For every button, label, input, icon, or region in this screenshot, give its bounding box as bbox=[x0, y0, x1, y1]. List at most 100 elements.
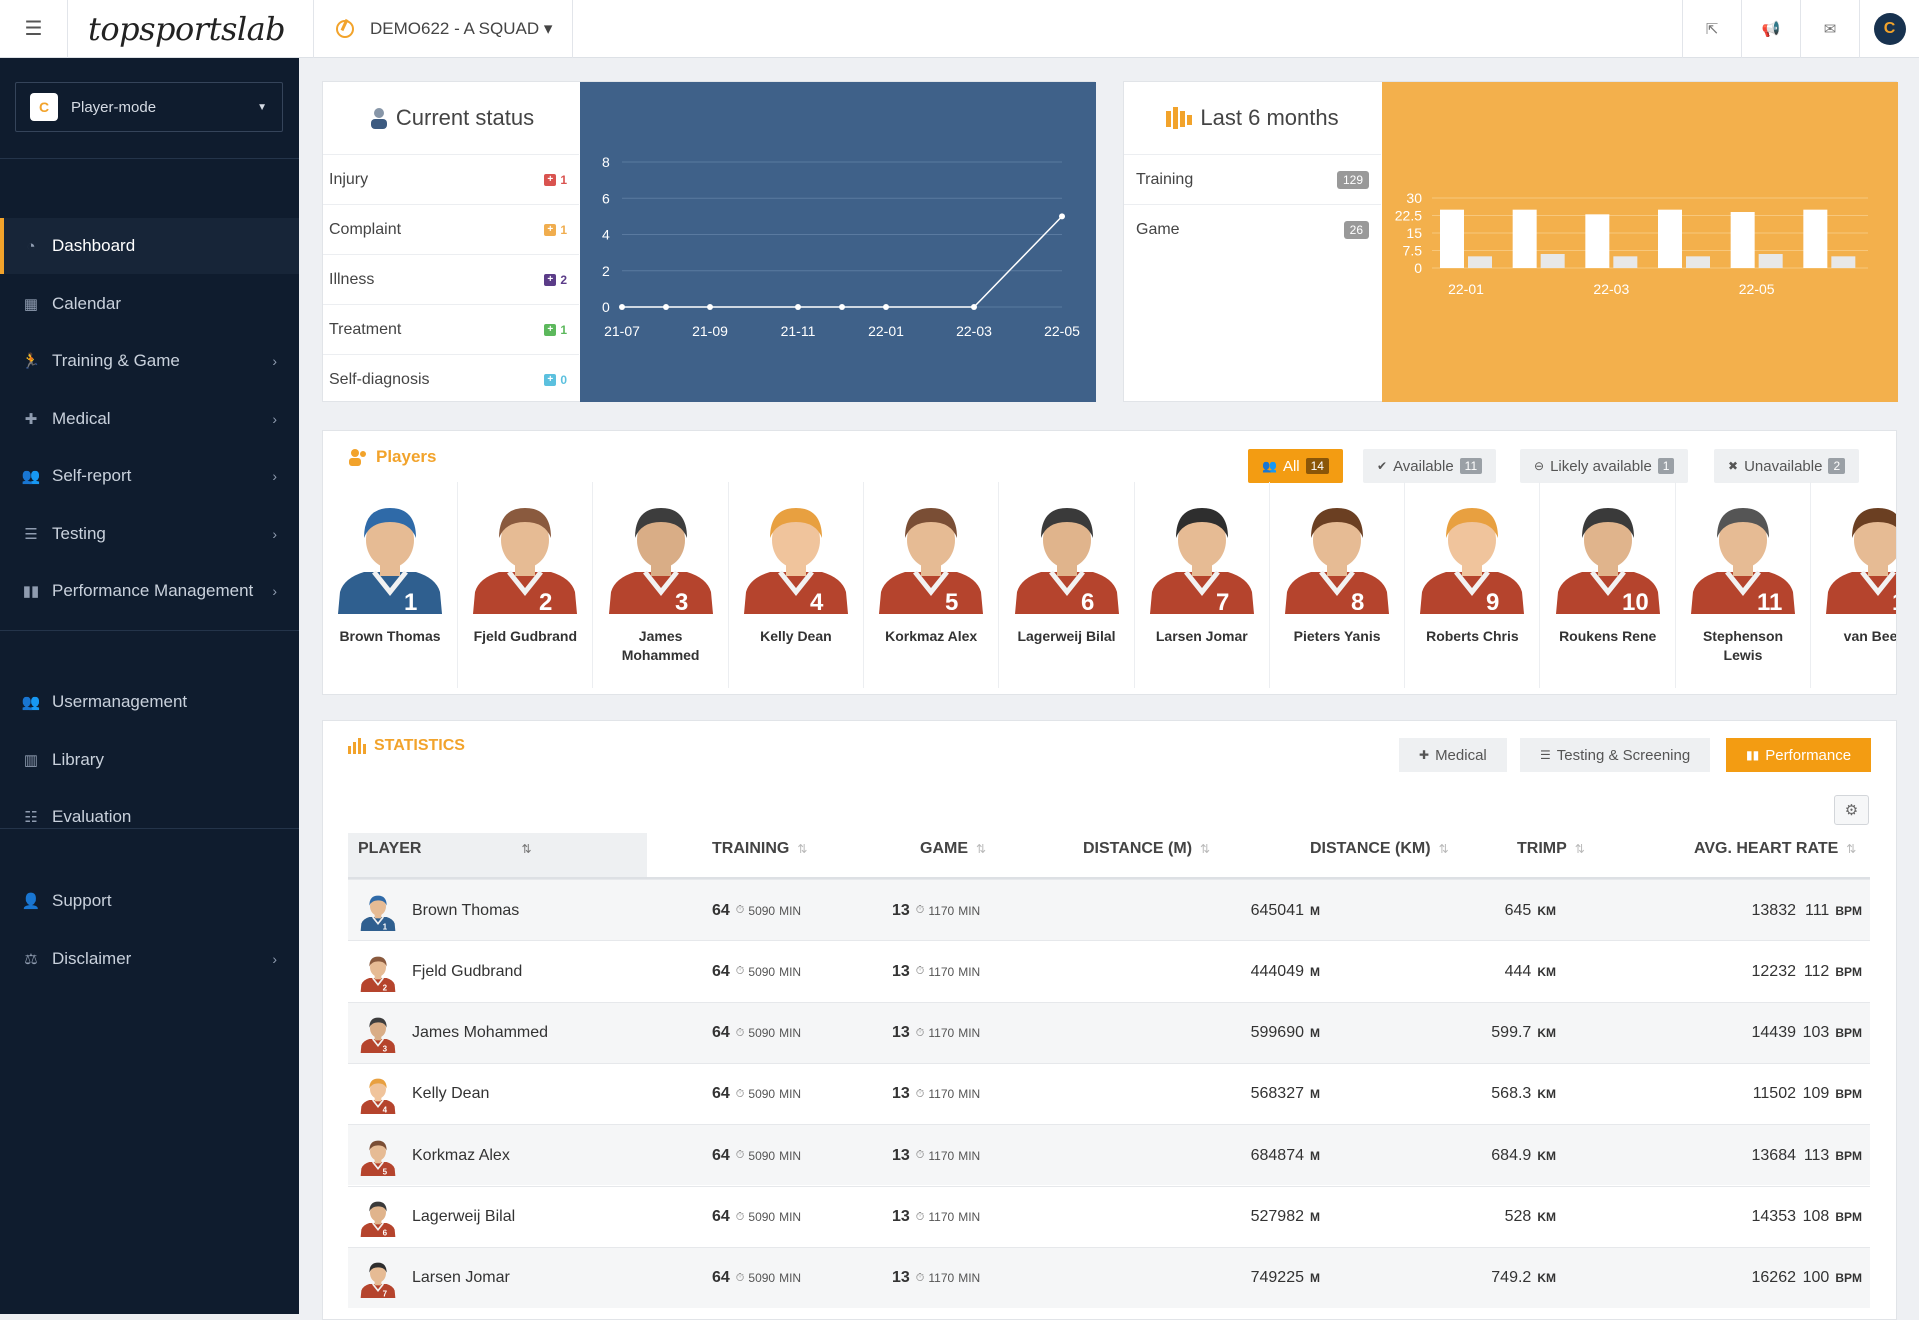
column-header-trimp[interactable]: TRIMP ⇅ bbox=[1517, 840, 1585, 858]
player-card[interactable]: 7 Larsen Jomar bbox=[1135, 482, 1270, 688]
player-card[interactable]: 12 van Beek I bbox=[1811, 482, 1896, 688]
distance-km-cell-value: 444 bbox=[1504, 962, 1532, 980]
performance-icon: ▮▮ bbox=[22, 583, 40, 600]
training-count: 64 bbox=[712, 1269, 730, 1287]
sidebar-item-label: Evaluation bbox=[52, 807, 132, 826]
table-row[interactable]: 4 Kelly Dean 64 ⏱ 5090 MIN 13 ⏱ 1170 MIN 568327 M 56… bbox=[348, 1062, 1870, 1125]
training-minutes: 5090 bbox=[748, 964, 776, 979]
jersey-number: 11 bbox=[1757, 589, 1782, 614]
unit-min: MIN bbox=[958, 903, 981, 918]
sidebar-item-support[interactable]: 👤 Support bbox=[0, 873, 299, 929]
stopwatch-icon: ⏱ bbox=[915, 1026, 925, 1039]
distance-m-cell-value: 684874 bbox=[1250, 1146, 1304, 1164]
tab-testing-screening[interactable]: ☰ Testing & Screening bbox=[1520, 738, 1711, 772]
tab-label: Medical bbox=[1435, 746, 1487, 764]
heart-rate-cell-value: 108 bbox=[1802, 1208, 1830, 1225]
hamburger-icon[interactable]: ☰ bbox=[0, 0, 68, 58]
player-card[interactable]: 9 Roberts Chris bbox=[1405, 482, 1541, 688]
player-name-link[interactable]: Kelly Dean bbox=[412, 1085, 489, 1103]
player-card[interactable]: 4 Kelly Dean bbox=[729, 482, 864, 688]
table-settings-button[interactable]: ⚙ bbox=[1834, 795, 1869, 825]
sidebar-item-library[interactable]: ▥ Library bbox=[0, 732, 299, 788]
player-name-link[interactable]: James Mohammed bbox=[412, 1024, 548, 1042]
column-header-game[interactable]: GAME ⇅ bbox=[920, 840, 986, 858]
player-card[interactable]: 3 James Mohammed bbox=[594, 482, 729, 688]
column-header-avg-heart-rate[interactable]: AVG. HEART RATE ⇅ bbox=[1694, 840, 1856, 858]
column-header-player[interactable]: PLAYER ⇅ bbox=[358, 840, 532, 858]
tab-label: Testing & Screening bbox=[1556, 746, 1691, 764]
column-header-distance-km[interactable]: DISTANCE (KM) ⇅ bbox=[1310, 840, 1449, 858]
mode-selector[interactable]: C Player-mode ▼ bbox=[15, 82, 283, 132]
tab-performance[interactable]: ▮▮ Performance bbox=[1726, 738, 1872, 772]
library-icon: ▥ bbox=[23, 751, 39, 769]
column-header-training[interactable]: TRAINING ⇅ bbox=[712, 840, 807, 858]
player-card[interactable]: 8 Pieters Yanis bbox=[1270, 482, 1406, 688]
jersey-number: 5 bbox=[383, 1167, 388, 1175]
tab-medical[interactable]: ✚ Medical bbox=[1399, 738, 1507, 772]
table-row[interactable]: 3 James Mohammed 64 ⏱ 5090 MIN 13 ⏱ 1170 MIN 59969… bbox=[348, 1001, 1870, 1064]
game-cell: 13 ⏱ 1170 MIN bbox=[892, 1064, 980, 1125]
users-icon: 👥 bbox=[21, 468, 41, 485]
table-row[interactable]: 1 Brown Thomas 64 ⏱ 5090 MIN 13 ⏱ 1170 MIN 645041 M… bbox=[348, 879, 1870, 940]
training-cell: 64 ⏱ 5090 MIN bbox=[712, 1064, 801, 1125]
column-header-label: DISTANCE (M) bbox=[1083, 840, 1193, 857]
unit-m: M bbox=[1310, 1210, 1320, 1224]
player-name-link[interactable]: Brown Thomas bbox=[412, 902, 519, 920]
list-icon: ☰ bbox=[1540, 748, 1551, 762]
unit-bpm: BPM bbox=[1835, 1148, 1862, 1163]
distance-km-cell: 645 KM bbox=[1348, 880, 1556, 941]
sidebar-item-dashboard[interactable]: ◔ Dashboard bbox=[0, 218, 299, 274]
player-name-link[interactable]: Fjeld Gudbrand bbox=[412, 963, 522, 981]
player-name-link[interactable]: Larsen Jomar bbox=[412, 1269, 510, 1287]
table-row[interactable]: 6 Lagerweij Bilal 64 ⏱ 5090 MIN 13 ⏱ 1170 MIN 5279… bbox=[348, 1185, 1870, 1247]
player-name: Kelly Dean bbox=[760, 628, 832, 644]
sidebar-item-calendar[interactable]: ▦ Calendar bbox=[0, 276, 299, 332]
sort-icon: ⇅ bbox=[1438, 842, 1449, 856]
unit-bpm: BPM bbox=[1835, 1087, 1862, 1102]
player-avatar: 12 bbox=[1826, 508, 1896, 616]
player-card[interactable]: 6 Lagerweij Bilal bbox=[1000, 482, 1135, 688]
game-cell: 13 ⏱ 1170 MIN bbox=[892, 941, 980, 1002]
app-logo[interactable]: topsportslab bbox=[68, 0, 313, 58]
jersey-number: 3 bbox=[383, 1045, 388, 1053]
player-name: Roberts Chris bbox=[1426, 628, 1519, 644]
player-card[interactable]: 11 Stephenson Lewis bbox=[1676, 482, 1811, 688]
unit-min: MIN bbox=[958, 1148, 981, 1163]
sidebar-item-usermanagement[interactable]: 👥 Usermanagement bbox=[0, 674, 299, 730]
chevron-right-icon: › bbox=[272, 583, 277, 599]
unit-bpm: BPM bbox=[1835, 964, 1862, 979]
training-minutes: 5090 bbox=[748, 1026, 776, 1041]
sidebar-item-testing[interactable]: ☰ Testing › bbox=[0, 506, 299, 562]
unit-min: MIN bbox=[779, 903, 802, 918]
unit-min: MIN bbox=[779, 1210, 802, 1224]
player-card[interactable]: 5 Korkmaz Alex bbox=[864, 482, 1000, 688]
player-name: Fjeld Gudbrand bbox=[473, 628, 578, 644]
game-minutes: 1170 bbox=[928, 1271, 955, 1286]
player-card[interactable]: 10 Roukens Rene bbox=[1541, 482, 1676, 688]
jersey-number: 5 bbox=[945, 589, 958, 614]
game-cell: 13 ⏱ 1170 MIN bbox=[892, 1003, 980, 1064]
stopwatch-icon: ⏱ bbox=[915, 1271, 925, 1284]
sidebar-item-medical[interactable]: ✚ Medical › bbox=[0, 391, 299, 447]
sidebar-item-evaluation[interactable]: ☷ Evaluation bbox=[0, 789, 299, 845]
unit-m: M bbox=[1310, 903, 1320, 918]
player-card[interactable]: 2 Fjeld Gudbrand bbox=[458, 482, 594, 688]
sidebar-item-performance-management[interactable]: ▮▮ Performance Management › bbox=[0, 563, 299, 619]
player-name-link[interactable]: Korkmaz Alex bbox=[412, 1147, 510, 1165]
player-card[interactable]: 1 Brown Thomas bbox=[323, 482, 458, 688]
heart-rate-cell: 111 BPM bbox=[1798, 880, 1862, 941]
sidebar-item-label: Self-report bbox=[52, 466, 132, 485]
trimp-cell: 13832 bbox=[1548, 880, 1797, 941]
stopwatch-icon: ⏱ bbox=[915, 1149, 925, 1162]
sidebar-item-disclaimer[interactable]: ⚖ Disclaimer › bbox=[0, 931, 299, 987]
table-row[interactable]: 5 Korkmaz Alex 64 ⏱ 5090 MIN 13 ⏱ 1170 MIN 684874 M… bbox=[348, 1124, 1870, 1186]
sidebar-item-self-report[interactable]: 👥 Self-report › bbox=[0, 448, 299, 504]
sidebar-item-training-game[interactable]: 🏃 Training & Game › bbox=[0, 333, 299, 389]
sidebar-item-label: Testing bbox=[52, 523, 106, 543]
table-row[interactable]: 7 Larsen Jomar 64 ⏱ 5090 MIN 13 ⏱ 1170 MIN 749225 M… bbox=[348, 1246, 1870, 1308]
sort-icon: ⇅ bbox=[976, 842, 987, 856]
sort-icon: ⇅ bbox=[1846, 842, 1857, 856]
table-row[interactable]: 2 Fjeld Gudbrand 64 ⏱ 5090 MIN 13 ⏱ 1170 MIN 44404… bbox=[348, 940, 1870, 1001]
player-name-link[interactable]: Lagerweij Bilal bbox=[412, 1208, 515, 1226]
column-header-distance-m[interactable]: DISTANCE (M) ⇅ bbox=[1083, 840, 1210, 858]
